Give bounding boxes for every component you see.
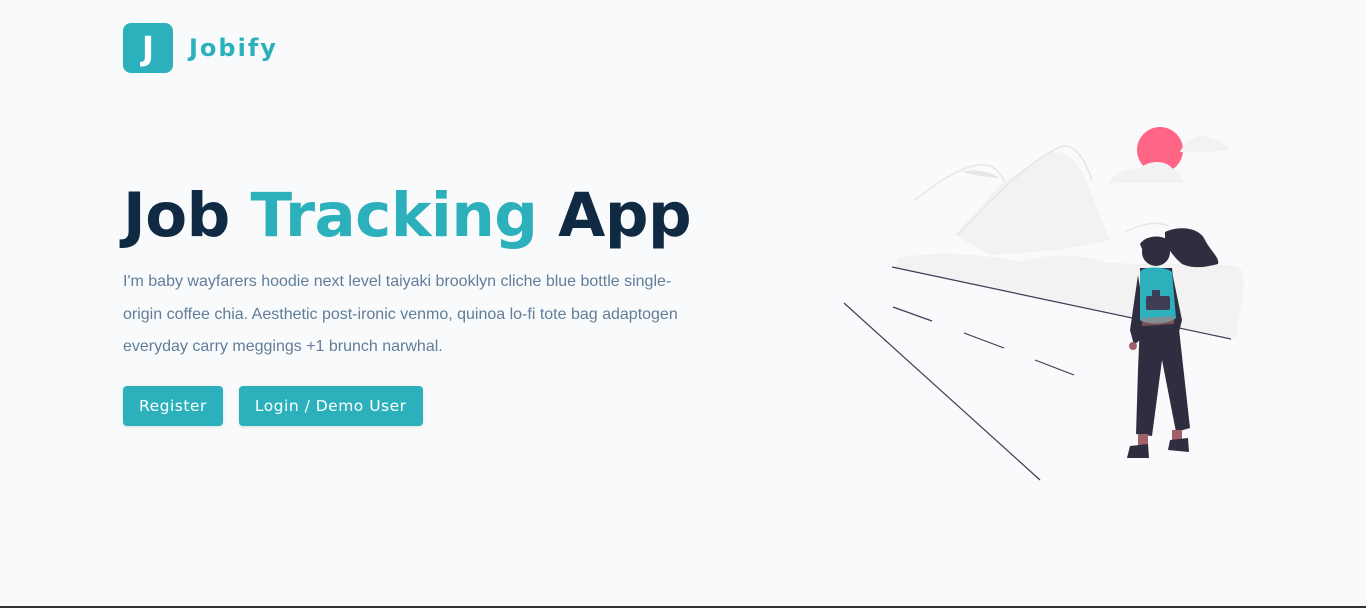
left-shoe xyxy=(1127,444,1149,458)
left-hand xyxy=(1129,342,1137,350)
hair-ponytail xyxy=(1165,228,1219,268)
page-title: Job Tracking App xyxy=(123,178,723,254)
cloud-shape xyxy=(1180,135,1231,153)
title-accent-tracking: Tracking xyxy=(250,180,538,251)
road-dash-3 xyxy=(1034,359,1075,376)
right-shoe xyxy=(1168,438,1189,452)
legs xyxy=(1136,320,1190,436)
woman-hiking-illustration-icon xyxy=(843,127,1244,481)
brand-name[interactable]: Jobify xyxy=(189,34,278,62)
road-dash xyxy=(892,306,933,322)
logo-icon[interactable]: J xyxy=(123,23,173,73)
register-button[interactable]: Register xyxy=(123,385,223,426)
title-part-app: App xyxy=(558,180,692,251)
navbar: J Jobify xyxy=(123,23,278,73)
hero-buttons: Register Login / Demo User xyxy=(123,385,723,426)
hero-description: I'm baby wayfarers hoodie next level tai… xyxy=(123,273,678,355)
road-edge-line-2 xyxy=(843,302,1041,481)
mountain-ridge-line-3 xyxy=(1124,222,1169,233)
backpack-pocket xyxy=(1146,296,1170,310)
hero-section: Job Tracking App I'm baby wayfarers hood… xyxy=(123,178,723,426)
road-dash-2 xyxy=(963,332,1005,349)
title-part-job: Job xyxy=(123,180,230,251)
mountain-small-shape xyxy=(962,170,1000,178)
login-demo-button[interactable]: Login / Demo User xyxy=(238,385,423,426)
hair-top xyxy=(1140,236,1171,256)
backpack-strap xyxy=(1152,290,1160,296)
